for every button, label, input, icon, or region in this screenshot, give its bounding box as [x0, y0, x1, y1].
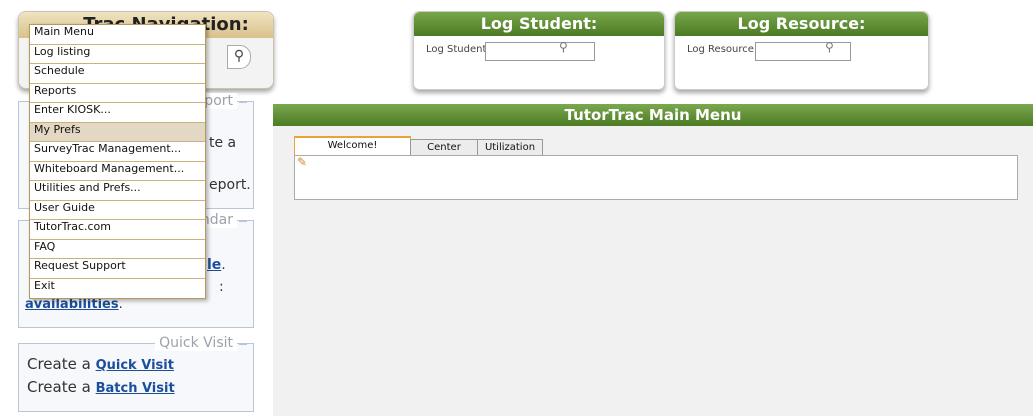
pencil-icon[interactable]: ✎ [297, 155, 307, 169]
search-icon[interactable]: ⚲ [825, 40, 834, 54]
menu-item-log-listing[interactable]: Log listing [30, 44, 205, 64]
log-resource-input[interactable] [755, 42, 851, 61]
menu-item-enter-kiosk[interactable]: Enter KIOSK... [30, 103, 205, 123]
batch-visit-link[interactable]: Batch Visit [96, 381, 175, 396]
quick-visit-box: Quick Visit Create a Quick Visit Create … [18, 335, 254, 412]
log-resource-label: Log Resource: [687, 44, 758, 55]
menu-item-main-menu[interactable]: Main Menu [30, 25, 205, 45]
log-student-input[interactable] [485, 42, 595, 61]
main-menu-title: TutorTrac Main Menu [273, 104, 1033, 126]
log-resource-panel: Log Resource: Log Resource: ⚲ [674, 11, 929, 90]
calendar-colon: : [219, 279, 224, 295]
menu-item-surveytrac-management[interactable]: SurveyTrac Management... [30, 142, 205, 162]
menu-item-utilities-and-prefs[interactable]: Utilities and Prefs... [30, 181, 205, 201]
log-student-title: Log Student: [414, 12, 664, 36]
menu-item-exit[interactable]: Exit [30, 278, 205, 298]
navigation-dropdown-menu: Main Menu Log listing Schedule Reports E… [29, 24, 206, 299]
tab-center-status[interactable]: Center Status [410, 139, 478, 169]
tab-content: ✎ [294, 155, 1018, 200]
log-student-label: Log Student: [426, 44, 490, 55]
menu-item-whiteboard-management[interactable]: Whiteboard Management... [30, 161, 205, 181]
menu-item-request-support[interactable]: Request Support [30, 259, 205, 279]
log-student-panel: Log Student: Log Student: ⚲ [413, 11, 665, 90]
quick-visit-link[interactable]: Quick Visit [96, 358, 174, 373]
availabilities-link[interactable]: availabilities [25, 297, 119, 312]
log-resource-title: Log Resource: [675, 12, 928, 36]
menu-item-tutortrac-com[interactable]: TutorTrac.com [30, 220, 205, 240]
menu-item-faq[interactable]: FAQ [30, 239, 205, 259]
menu-item-my-prefs[interactable]: My Prefs [30, 122, 205, 142]
menu-item-user-guide[interactable]: User Guide [30, 200, 205, 220]
search-icon[interactable]: ⚲ [559, 40, 568, 54]
menu-item-schedule[interactable]: Schedule [30, 64, 205, 84]
nav-search-icon[interactable]: ⚲ [227, 45, 251, 69]
report-text-1: te a [209, 135, 237, 151]
schedule-link[interactable]: le [207, 257, 221, 273]
tab-utilization[interactable]: Utilization [477, 139, 543, 156]
menu-item-reports[interactable]: Reports [30, 83, 205, 103]
quick-visit-legend: Quick Visit [155, 335, 237, 351]
report-text-2: eport. [209, 177, 251, 193]
tab-welcome[interactable]: Welcome! [294, 136, 411, 157]
